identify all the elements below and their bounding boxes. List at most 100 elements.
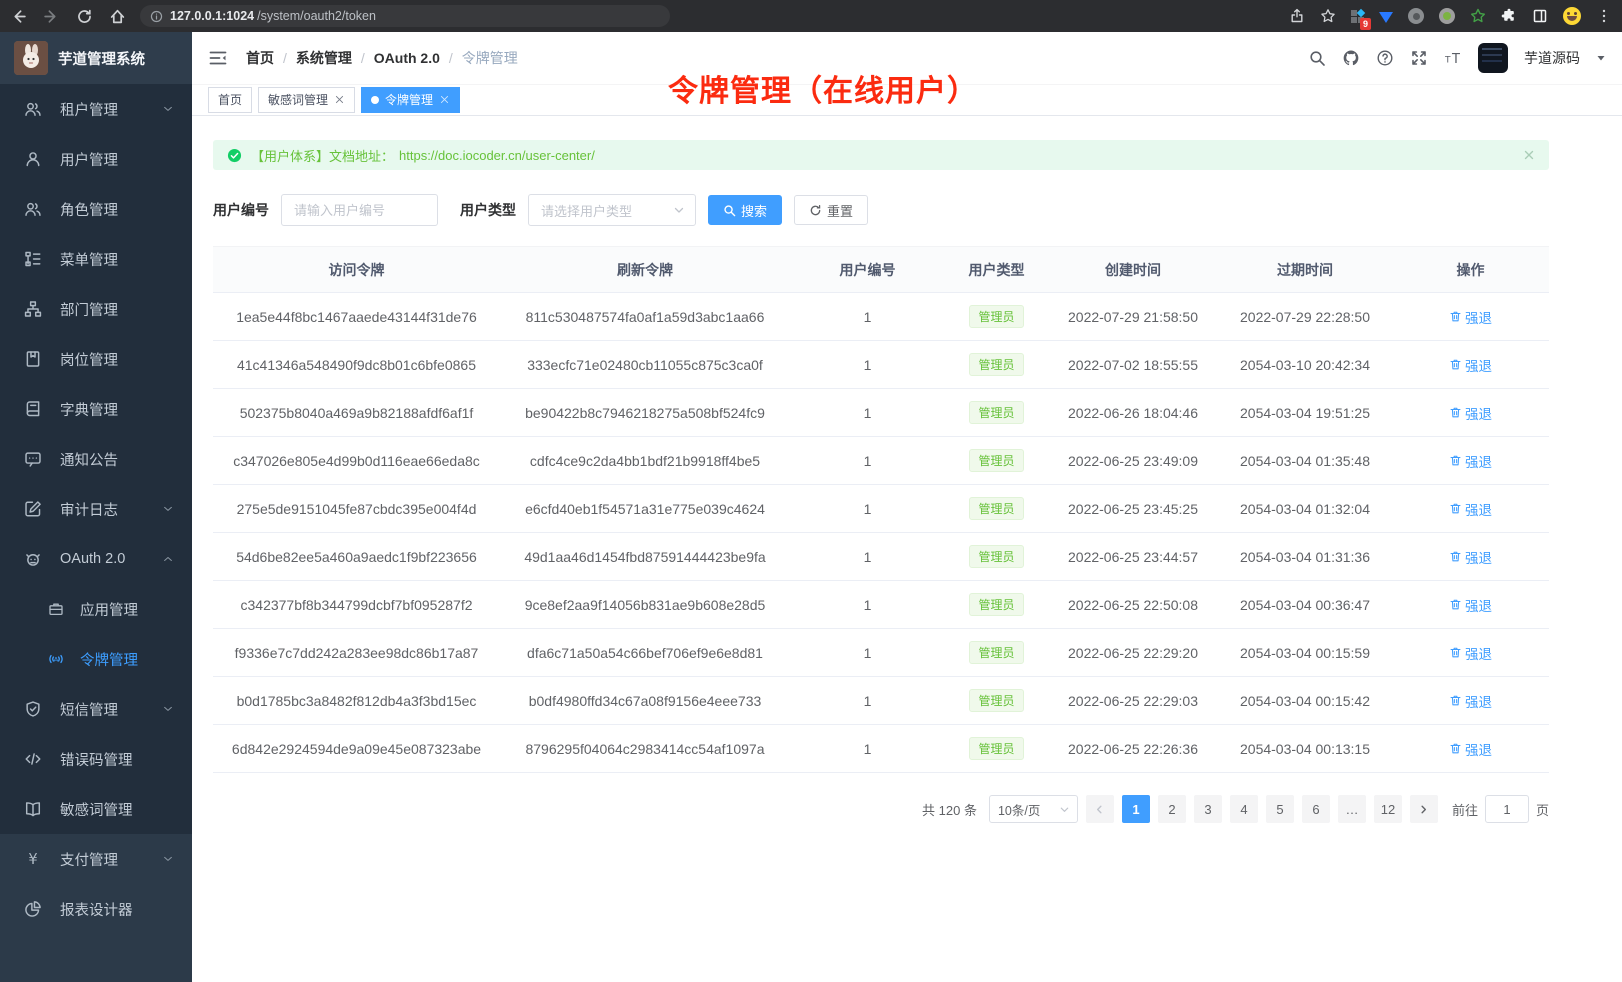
- profile-avatar-icon[interactable]: [1563, 7, 1581, 25]
- chart-pie-icon: [24, 900, 42, 918]
- user-menu-caret-icon[interactable]: [1596, 53, 1606, 63]
- hamburger-icon[interactable]: [208, 48, 228, 68]
- column-header: 用户类型: [945, 247, 1048, 293]
- forward-icon[interactable]: [43, 8, 60, 25]
- puzzle-extensions-icon[interactable]: [1501, 8, 1517, 24]
- gem-extension-icon[interactable]: [1379, 12, 1393, 23]
- active-tab-dot: [371, 96, 379, 104]
- user-type-badge: 管理员: [969, 689, 1023, 712]
- sidebar-item-post[interactable]: 岗位管理: [0, 334, 192, 384]
- sidebar-item-notice[interactable]: 通知公告: [0, 434, 192, 484]
- page-button-6[interactable]: 6: [1302, 795, 1330, 823]
- url-path: /system/oauth2/token: [257, 9, 376, 23]
- force-logout-button[interactable]: 强退: [1449, 451, 1492, 471]
- close-icon[interactable]: [334, 94, 345, 105]
- sidebar-item-sensitive-word[interactable]: 敏感词管理: [0, 784, 192, 834]
- page-button-4[interactable]: 4: [1230, 795, 1258, 823]
- expire-time-cell: 2054-03-04 00:15:59: [1218, 629, 1392, 677]
- open-book-icon: [24, 800, 42, 818]
- sidebar-item-audit-log[interactable]: 审计日志: [0, 484, 192, 534]
- reset-button[interactable]: 重置: [794, 195, 868, 225]
- page-size-select[interactable]: 10条/页: [989, 795, 1078, 823]
- force-logout-button[interactable]: 强退: [1449, 643, 1492, 663]
- trash-icon: [1449, 454, 1462, 467]
- force-logout-label: 强退: [1465, 691, 1492, 711]
- breadcrumb-item[interactable]: OAuth 2.0: [374, 50, 440, 66]
- user-id-input[interactable]: [281, 194, 438, 226]
- sidebar-item-oauth2-app[interactable]: 应用管理: [0, 584, 192, 634]
- sidebar-item-tenant[interactable]: 租户管理: [0, 84, 192, 134]
- goto-page-input[interactable]: [1485, 795, 1529, 823]
- sidebar-item-sms[interactable]: 短信管理: [0, 684, 192, 734]
- reload-icon[interactable]: [76, 8, 93, 25]
- force-logout-button[interactable]: 强退: [1449, 499, 1492, 519]
- action-cell: 强退: [1392, 581, 1549, 629]
- extension-badge-icon[interactable]: 9: [1351, 10, 1364, 23]
- page-button-12[interactable]: 12: [1374, 795, 1402, 823]
- search-button[interactable]: 搜索: [708, 195, 782, 225]
- extension-dot-icon[interactable]: [1439, 8, 1455, 24]
- force-logout-button[interactable]: 强退: [1449, 547, 1492, 567]
- app-logo-row[interactable]: 芋道管理系统: [0, 32, 192, 84]
- side-panel-icon[interactable]: [1532, 8, 1548, 24]
- tab-敏感词管理[interactable]: 敏感词管理: [258, 87, 355, 113]
- notice-link[interactable]: https://doc.iocoder.cn/user-center/: [399, 148, 595, 163]
- breadcrumb-item[interactable]: 系统管理: [296, 48, 352, 68]
- share-icon[interactable]: [1289, 8, 1305, 24]
- info-icon[interactable]: [150, 10, 163, 23]
- back-icon[interactable]: [10, 8, 27, 25]
- font-size-icon[interactable]: TT: [1444, 49, 1462, 67]
- url-bar[interactable]: 127.0.0.1:1024/system/oauth2/token: [140, 5, 670, 27]
- sidebar-item-dict[interactable]: 字典管理: [0, 384, 192, 434]
- sidebar-item-pay[interactable]: ¥支付管理: [0, 834, 192, 884]
- access-token-cell: 41c41346a548490f9dc8b01c6bfe0865: [213, 341, 500, 389]
- sidebar-item-role[interactable]: 角色管理: [0, 184, 192, 234]
- force-logout-button[interactable]: 强退: [1449, 595, 1492, 615]
- search-icon[interactable]: [1308, 49, 1326, 67]
- notice-text: 【用户体系】文档地址：: [251, 146, 394, 165]
- sidebar-item-oauth2[interactable]: OAuth 2.0: [0, 534, 192, 584]
- username[interactable]: 芋道源码: [1524, 48, 1580, 68]
- tab-令牌管理[interactable]: 令牌管理: [361, 87, 460, 113]
- page-button-5[interactable]: 5: [1266, 795, 1294, 823]
- extension-wheel-icon[interactable]: [1408, 8, 1424, 24]
- user-avatar[interactable]: [1478, 43, 1508, 73]
- breadcrumb-item[interactable]: 首页: [246, 48, 274, 68]
- sidebar-item-user[interactable]: 用户管理: [0, 134, 192, 184]
- page-ellipsis-button[interactable]: …: [1338, 795, 1366, 823]
- fullscreen-icon[interactable]: [1410, 49, 1428, 67]
- user-type-badge: 管理员: [969, 641, 1023, 664]
- page-button-3[interactable]: 3: [1194, 795, 1222, 823]
- tab-首页[interactable]: 首页: [208, 87, 252, 113]
- browser-menu-dots-icon[interactable]: [1596, 8, 1612, 24]
- sidebar-item-dept[interactable]: 部门管理: [0, 284, 192, 334]
- force-logout-button[interactable]: 强退: [1449, 307, 1492, 327]
- notice-close-icon[interactable]: [1523, 149, 1535, 161]
- force-logout-button[interactable]: 强退: [1449, 355, 1492, 375]
- user-type-select[interactable]: 请选择用户类型: [528, 194, 696, 226]
- close-icon[interactable]: [439, 94, 450, 105]
- sidebar: 芋道管理系统 租户管理用户管理角色管理菜单管理部门管理岗位管理字典管理通知公告审…: [0, 32, 192, 982]
- force-logout-button[interactable]: 强退: [1449, 691, 1492, 711]
- force-logout-button[interactable]: 强退: [1449, 403, 1492, 423]
- green-star-extension-icon[interactable]: [1470, 8, 1486, 24]
- prev-page-button[interactable]: [1086, 795, 1114, 823]
- home-icon[interactable]: [109, 8, 126, 25]
- sidebar-item-label: 敏感词管理: [60, 799, 133, 820]
- sidebar-item-error-code[interactable]: 错误码管理: [0, 734, 192, 784]
- column-header: 操作: [1392, 247, 1549, 293]
- github-icon[interactable]: [1342, 49, 1360, 67]
- next-page-button[interactable]: [1410, 795, 1438, 823]
- sidebar-item-menu[interactable]: 菜单管理: [0, 234, 192, 284]
- page-button-2[interactable]: 2: [1158, 795, 1186, 823]
- table-row: 41c41346a548490f9dc8b01c6bfe0865333ecfc7…: [213, 341, 1549, 389]
- bookmark-star-icon[interactable]: [1320, 8, 1336, 24]
- access-token-cell: c347026e805e4d99b0d116eae66eda8c: [213, 437, 500, 485]
- sidebar-item-report-designer[interactable]: 报表设计器: [0, 884, 192, 934]
- page-button-1[interactable]: 1: [1122, 795, 1150, 823]
- created-time-cell: 2022-06-25 22:29:20: [1048, 629, 1218, 677]
- sidebar-item-oauth2-token[interactable]: A令牌管理: [0, 634, 192, 684]
- help-icon[interactable]: [1376, 49, 1394, 67]
- force-logout-button[interactable]: 强退: [1449, 739, 1492, 759]
- user-id-cell: 1: [790, 389, 945, 437]
